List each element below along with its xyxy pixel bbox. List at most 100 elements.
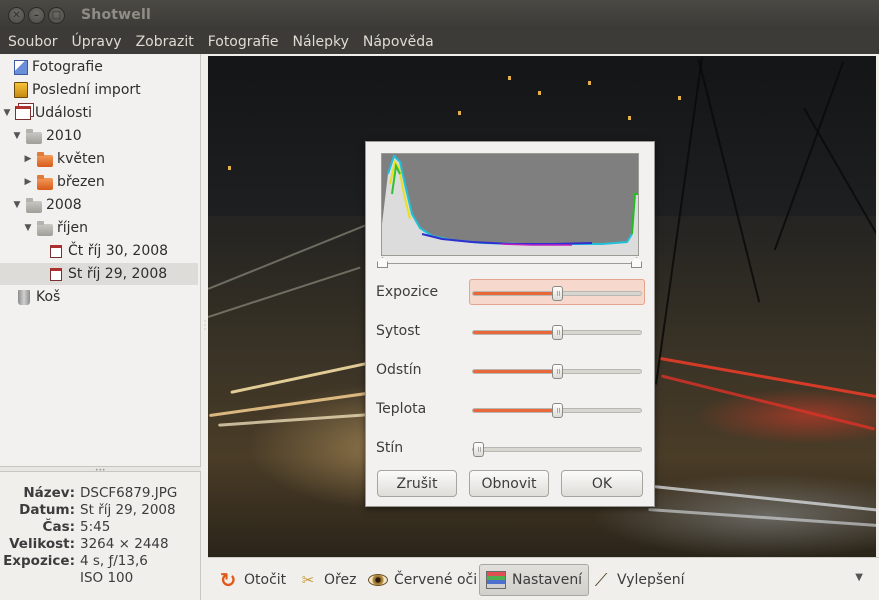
saturation-label: Sytost xyxy=(376,323,421,339)
sidebar-item-kveten[interactable]: ▶ květen xyxy=(0,148,198,170)
sidebar-item-trash[interactable]: Koš xyxy=(0,286,198,308)
saturation-slider[interactable] xyxy=(472,325,642,340)
saturation-slider-knob[interactable] xyxy=(552,325,563,340)
menu-photos[interactable]: Fotografie xyxy=(202,34,285,50)
metadata-row: Velikost: 3264 × 2448 xyxy=(0,536,201,553)
photos-icon xyxy=(14,59,28,75)
maximize-button[interactable]: □ xyxy=(48,6,65,24)
enhance-button[interactable]: ⟋ Vylepšení xyxy=(585,564,691,596)
sidebar-item-photos[interactable]: Fotografie xyxy=(0,56,198,78)
reset-button[interactable]: Obnovit xyxy=(469,470,549,497)
tint-slider-knob[interactable] xyxy=(552,364,563,379)
expander-collapsed-icon[interactable]: ▶ xyxy=(23,177,33,187)
metadata-value: 3264 × 2448 xyxy=(80,536,169,552)
lit-window xyxy=(628,116,631,120)
expander-expanded-icon[interactable]: ▼ xyxy=(2,108,12,118)
menu-bar: Soubor Úpravy Zobrazit Fotografie Nálepk… xyxy=(0,30,879,54)
rotate-label: Otočit xyxy=(244,572,287,588)
light-trail xyxy=(638,483,876,512)
exposure-row: Expozice xyxy=(366,279,656,305)
import-icon xyxy=(14,82,28,98)
tint-row: Odstín xyxy=(366,357,656,383)
bridge-railing xyxy=(208,266,361,318)
bottom-toolbar: ↻ Otočit ✂ Ořez Červené oči Nastavení ⟋ … xyxy=(208,557,879,600)
menu-tags[interactable]: Nálepky xyxy=(287,34,355,50)
enhance-label: Vylepšení xyxy=(617,572,685,588)
adjust-dialog: Expozice Sytost Odstín Teplota Stín Zruš… xyxy=(365,141,655,507)
sidebar-item-label: Události xyxy=(35,105,92,121)
cancel-button[interactable]: Zrušit xyxy=(377,470,457,497)
sidebar-item-label: Poslední import xyxy=(32,82,141,98)
metadata-row: ISO 100 xyxy=(0,570,201,587)
sidebar-item-last-import[interactable]: Poslední import xyxy=(0,79,198,101)
metadata-label: Velikost: xyxy=(9,536,75,552)
eye-icon xyxy=(368,570,388,590)
expander-expanded-icon[interactable]: ▼ xyxy=(23,223,33,233)
shadows-slider-knob[interactable] xyxy=(473,442,484,457)
sidebar-item-event-oct30[interactable]: Čt říj 30, 2008 xyxy=(0,240,198,262)
shadows-label: Stín xyxy=(376,440,404,456)
adjust-button[interactable]: Nastavení xyxy=(479,564,590,596)
close-button[interactable]: ✕ xyxy=(8,6,25,24)
sidebar-item-brezen[interactable]: ▶ březen xyxy=(0,171,198,193)
sidebar-item-label: Čt říj 30, 2008 xyxy=(68,243,169,259)
temperature-slider[interactable] xyxy=(472,403,642,418)
bridge-railing xyxy=(208,224,366,290)
sidebar-item-label: Fotografie xyxy=(32,59,103,75)
shadows-slider[interactable] xyxy=(472,442,642,457)
shadows-row: Stín xyxy=(366,435,656,461)
expander-expanded-icon[interactable]: ▼ xyxy=(12,131,22,141)
temperature-slider-knob[interactable] xyxy=(552,403,563,418)
menu-file[interactable]: Soubor xyxy=(2,34,64,50)
metadata-row: Expozice: 4 s, ƒ/13,6 xyxy=(0,553,201,570)
lit-window xyxy=(538,91,541,95)
sidebar-item-rijen[interactable]: ▼ říjen xyxy=(0,217,198,239)
adjust-label: Nastavení xyxy=(512,572,583,588)
temperature-slider-fill xyxy=(473,409,557,412)
crop-label: Ořez xyxy=(324,572,357,588)
metadata-row: Datum: St říj 29, 2008 xyxy=(0,502,201,519)
rotate-button[interactable]: ↻ Otočit xyxy=(212,564,292,596)
rotate-icon: ↻ xyxy=(219,568,237,592)
expander-expanded-icon[interactable]: ▼ xyxy=(12,200,22,210)
sidebar-item-label: Koš xyxy=(36,289,61,305)
folder-icon xyxy=(37,220,53,236)
metadata-value: 5:45 xyxy=(80,519,111,535)
lit-window xyxy=(588,81,591,85)
menu-view[interactable]: Zobrazit xyxy=(130,34,200,50)
tint-slider[interactable] xyxy=(472,364,642,379)
sidebar-item-2010[interactable]: ▼ 2010 xyxy=(0,125,198,147)
light-trail xyxy=(660,374,876,431)
exposure-slider-knob[interactable] xyxy=(552,286,563,301)
exposure-slider-fill xyxy=(473,292,557,295)
tint-slider-fill xyxy=(473,370,557,373)
sidebar-item-label: 2010 xyxy=(46,128,82,144)
sidebar-item-events[interactable]: ▼ Události xyxy=(0,102,198,124)
crop-button[interactable]: ✂ Ořez xyxy=(292,564,362,596)
sidebar-item-event-oct29[interactable]: St říj 29, 2008 xyxy=(0,263,198,285)
ok-button[interactable]: OK xyxy=(561,470,643,497)
light-trail xyxy=(648,507,876,528)
menu-edit[interactable]: Úpravy xyxy=(66,34,128,50)
chevron-down-icon[interactable]: ▼ xyxy=(855,572,863,583)
folder-icon xyxy=(37,151,53,167)
sidebar-item-label: březen xyxy=(57,174,105,190)
minimize-button[interactable]: – xyxy=(28,6,45,24)
metadata-value: St říj 29, 2008 xyxy=(80,502,176,518)
window-title: Shotwell xyxy=(81,7,151,23)
exposure-slider[interactable] xyxy=(472,286,642,301)
lit-window xyxy=(228,166,231,170)
menu-help[interactable]: Nápověda xyxy=(357,34,440,50)
saturation-row: Sytost xyxy=(366,318,656,344)
metadata-value: ISO 100 xyxy=(80,570,134,586)
redeye-button[interactable]: Červené oči xyxy=(362,564,483,596)
sidebar-item-label: St říj 29, 2008 xyxy=(68,266,168,282)
exposure-label: Expozice xyxy=(376,284,439,300)
expander-collapsed-icon[interactable]: ▶ xyxy=(23,154,33,164)
lit-window xyxy=(458,111,461,115)
sidebar-item-2008[interactable]: ▼ 2008 xyxy=(0,194,198,216)
sidebar-item-label: 2008 xyxy=(46,197,82,213)
redeye-label: Červené oči xyxy=(394,572,478,588)
sidebar-item-label: květen xyxy=(57,151,105,167)
events-icon xyxy=(15,106,31,120)
